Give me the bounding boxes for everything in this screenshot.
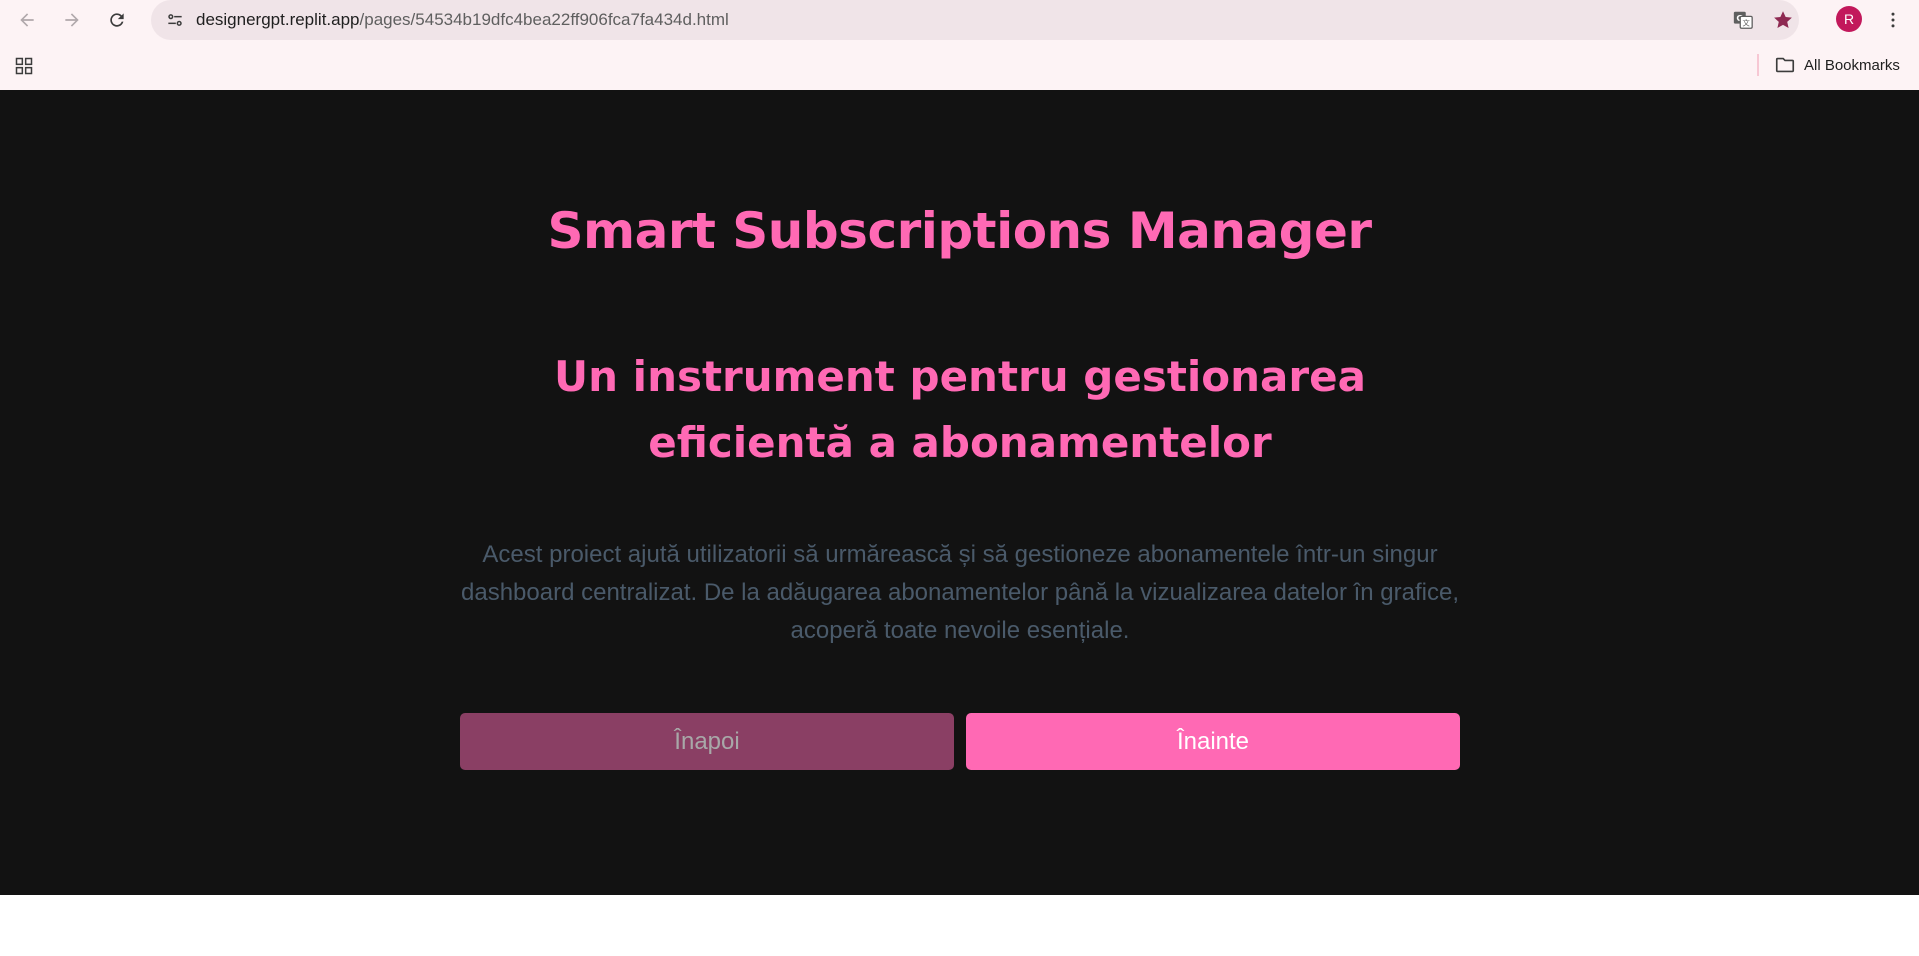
translate-icon: G 文 bbox=[1733, 11, 1753, 29]
svg-text:文: 文 bbox=[1743, 19, 1751, 28]
browser-menu-button[interactable] bbox=[1878, 4, 1908, 36]
reload-icon bbox=[110, 13, 124, 27]
site-info-button[interactable] bbox=[159, 4, 191, 36]
bookmark-star-icon bbox=[1774, 11, 1792, 28]
site-info-icon bbox=[168, 14, 182, 26]
forward-button[interactable] bbox=[56, 4, 88, 36]
apps-button[interactable] bbox=[12, 54, 36, 78]
browser-chrome: designergpt.replit.app/pages/54534b19dfc… bbox=[0, 0, 1919, 90]
kebab-menu-icon bbox=[1891, 12, 1895, 28]
all-bookmarks-button[interactable]: All Bookmarks bbox=[1774, 48, 1900, 82]
browser-toolbar: designergpt.replit.app/pages/54534b19dfc… bbox=[0, 0, 1919, 40]
bookmarks-separator bbox=[1757, 54, 1759, 76]
url-host: designergpt.replit.app bbox=[196, 10, 360, 29]
back-nav-button[interactable]: Înapoi bbox=[460, 713, 954, 770]
back-icon bbox=[20, 13, 34, 27]
reload-button[interactable] bbox=[101, 4, 133, 36]
url-text[interactable]: designergpt.replit.app/pages/54534b19dfc… bbox=[196, 0, 729, 40]
page-content: Smart Subscriptions Manager Un instrumen… bbox=[0, 90, 1919, 895]
back-button[interactable] bbox=[11, 4, 43, 36]
apps-grid-icon bbox=[15, 57, 33, 75]
address-bar[interactable]: designergpt.replit.app/pages/54534b19dfc… bbox=[151, 0, 1799, 40]
folder-icon bbox=[1775, 57, 1795, 73]
page-title: Smart Subscriptions Manager bbox=[547, 202, 1372, 260]
page-description: Acest proiect ajută utilizatorii să urmă… bbox=[461, 541, 1459, 644]
bookmark-star-button[interactable] bbox=[1769, 6, 1797, 34]
next-nav-button[interactable]: Înainte bbox=[966, 713, 1460, 770]
all-bookmarks-label: All Bookmarks bbox=[1804, 56, 1900, 74]
page-subtitle: Un instrument pentru gestionarea eficien… bbox=[554, 352, 1366, 467]
forward-icon bbox=[65, 13, 79, 27]
bookmarks-bar: All Bookmarks bbox=[0, 48, 1919, 82]
translate-button[interactable]: G 文 bbox=[1729, 6, 1757, 34]
url-path: /pages/54534b19dfc4bea22ff906fca7fa434d.… bbox=[359, 10, 729, 29]
profile-avatar[interactable]: R bbox=[1836, 6, 1862, 32]
